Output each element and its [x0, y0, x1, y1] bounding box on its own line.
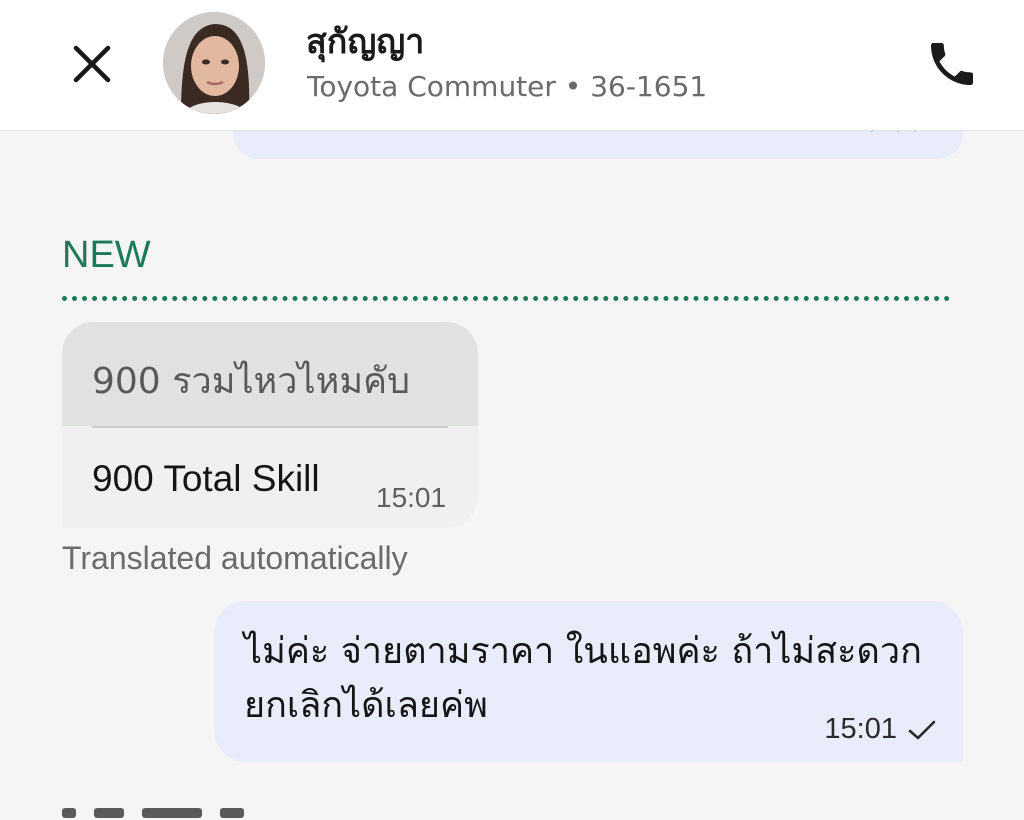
vehicle-info: Toyota Commuter • 36-1651 [307, 70, 708, 103]
avatar-photo [163, 12, 265, 114]
call-button[interactable] [924, 36, 980, 92]
new-messages-divider [62, 296, 950, 301]
chat-header: สุกัญญา Toyota Commuter • 36-1651 [0, 0, 1024, 131]
original-text-section: 900 รวมไหวไหมคับ [62, 322, 478, 426]
new-messages-label: NEW [62, 234, 151, 276]
original-message-text: 900 รวมไหวไหมคับ [92, 361, 410, 402]
next-message-peek [62, 808, 322, 820]
translation-note: Translated automatically [62, 540, 408, 576]
avatar[interactable] [163, 12, 265, 114]
close-button[interactable] [68, 40, 116, 88]
phone-icon [931, 43, 973, 85]
translation-separator [92, 426, 448, 428]
check-icon [908, 720, 936, 739]
contact-name: สุกัญญา [306, 22, 425, 62]
outgoing-message-bubble[interactable]: ไม่ค่ะ จ่ายตามราคา ในแอพค่ะ ถ้าไม่สะดวก … [214, 601, 963, 762]
message-meta: 15:01 [824, 713, 937, 746]
message-time: 15:01 [824, 713, 897, 745]
close-icon [73, 45, 111, 83]
translated-message-text: 900 Total Skill [92, 458, 320, 499]
message-time: 15:01 [376, 482, 447, 513]
incoming-message-bubble[interactable]: 900 รวมไหวไหมคับ 900 Total Skill 15:01 [62, 322, 478, 528]
